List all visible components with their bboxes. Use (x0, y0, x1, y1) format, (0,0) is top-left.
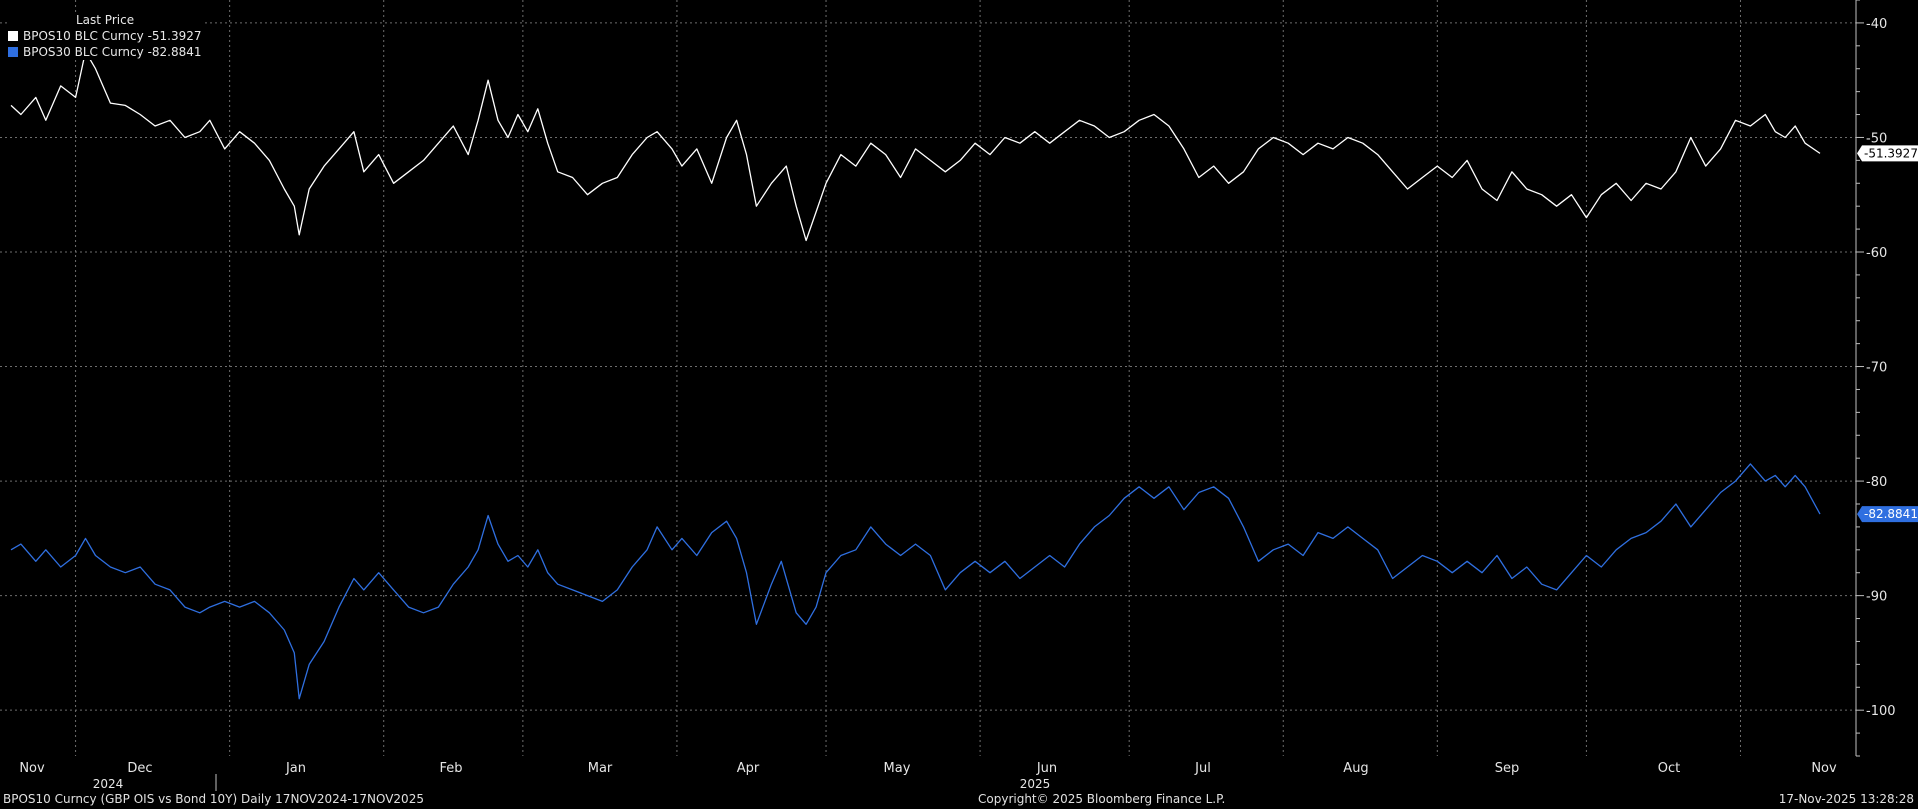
x-tick-label: Apr (737, 761, 760, 776)
footer-timestamp: 17-Nov-2025 13:28:28 (1778, 792, 1914, 806)
y-tick-label: -40 (1866, 17, 1887, 32)
x-tick-label: Jul (1194, 761, 1211, 776)
legend-item-bpos30[interactable]: BPOS30 BLC Curncy -82.8841 (8, 44, 202, 60)
series-lines (10, 50, 1821, 700)
y-tick-label: -50 (1866, 131, 1887, 146)
last-value-text: -82.8841 (1864, 507, 1918, 521)
y-axis: -40 -50 -60 -70 -80 -90 -100 -51.3927 -82.8841 (1855, 0, 1918, 757)
last-value-label-bpos30: -82.8841 (1857, 506, 1918, 523)
last-value-label-bpos10: -51.3927 (1857, 145, 1918, 162)
legend-swatch-bpos10 (8, 31, 18, 41)
legend-label-bpos10: BPOS10 BLC Curncy (23, 29, 144, 43)
line-chart: -40 -50 -60 -70 -80 -90 -100 -51.3927 -82.8841 N… (0, 0, 1918, 791)
footer-description: BPOS10 Curncy (GBP OIS vs Bond 10Y) Dail… (3, 792, 424, 806)
legend-label-bpos30: BPOS30 BLC Curncy (23, 45, 144, 59)
x-tick-label: Nov (19, 761, 45, 776)
legend-header: Last Price (76, 13, 135, 27)
x-axis: Nov Dec Jan Feb Mar Apr May Jun Jul Aug Sep Oct Nov 2… (19, 761, 1837, 791)
y-tick-label: -90 (1866, 590, 1887, 605)
y-tick-label: -70 (1866, 361, 1887, 376)
series-line-bpos10 (10, 50, 1821, 242)
x-tick-label: Dec (127, 761, 152, 776)
grid (0, 0, 1856, 756)
y-tick-label: -80 (1866, 475, 1887, 490)
chart-legend: Last Price BPOS10 BLC Curncy -51.3927 BP… (8, 12, 202, 60)
legend-value-bpos10: -51.3927 (147, 29, 202, 43)
x-year-label: 2025 (1020, 777, 1051, 791)
legend-item-bpos10[interactable]: BPOS10 BLC Curncy -51.3927 (8, 28, 202, 44)
y-tick-label: -60 (1866, 246, 1887, 261)
x-tick-label: Jun (1036, 761, 1057, 776)
x-tick-label: Aug (1343, 761, 1368, 776)
series-line-bpos30 (10, 463, 1821, 700)
x-tick-label: Feb (439, 761, 462, 776)
legend-value-bpos30: -82.8841 (147, 45, 202, 59)
x-tick-label: Mar (588, 761, 613, 776)
x-tick-label: Jan (285, 761, 306, 776)
last-value-text: -51.3927 (1864, 146, 1918, 160)
x-tick-label: May (884, 761, 911, 776)
x-tick-label: Nov (1811, 761, 1837, 776)
footer-copyright: Copyright© 2025 Bloomberg Finance L.P. (978, 792, 1226, 806)
y-tick-label: -100 (1866, 704, 1896, 719)
x-tick-label: Oct (1658, 761, 1680, 776)
x-tick-label: Sep (1495, 761, 1520, 776)
x-year-label: 2024 (93, 777, 124, 791)
legend-swatch-bpos30 (8, 47, 18, 57)
